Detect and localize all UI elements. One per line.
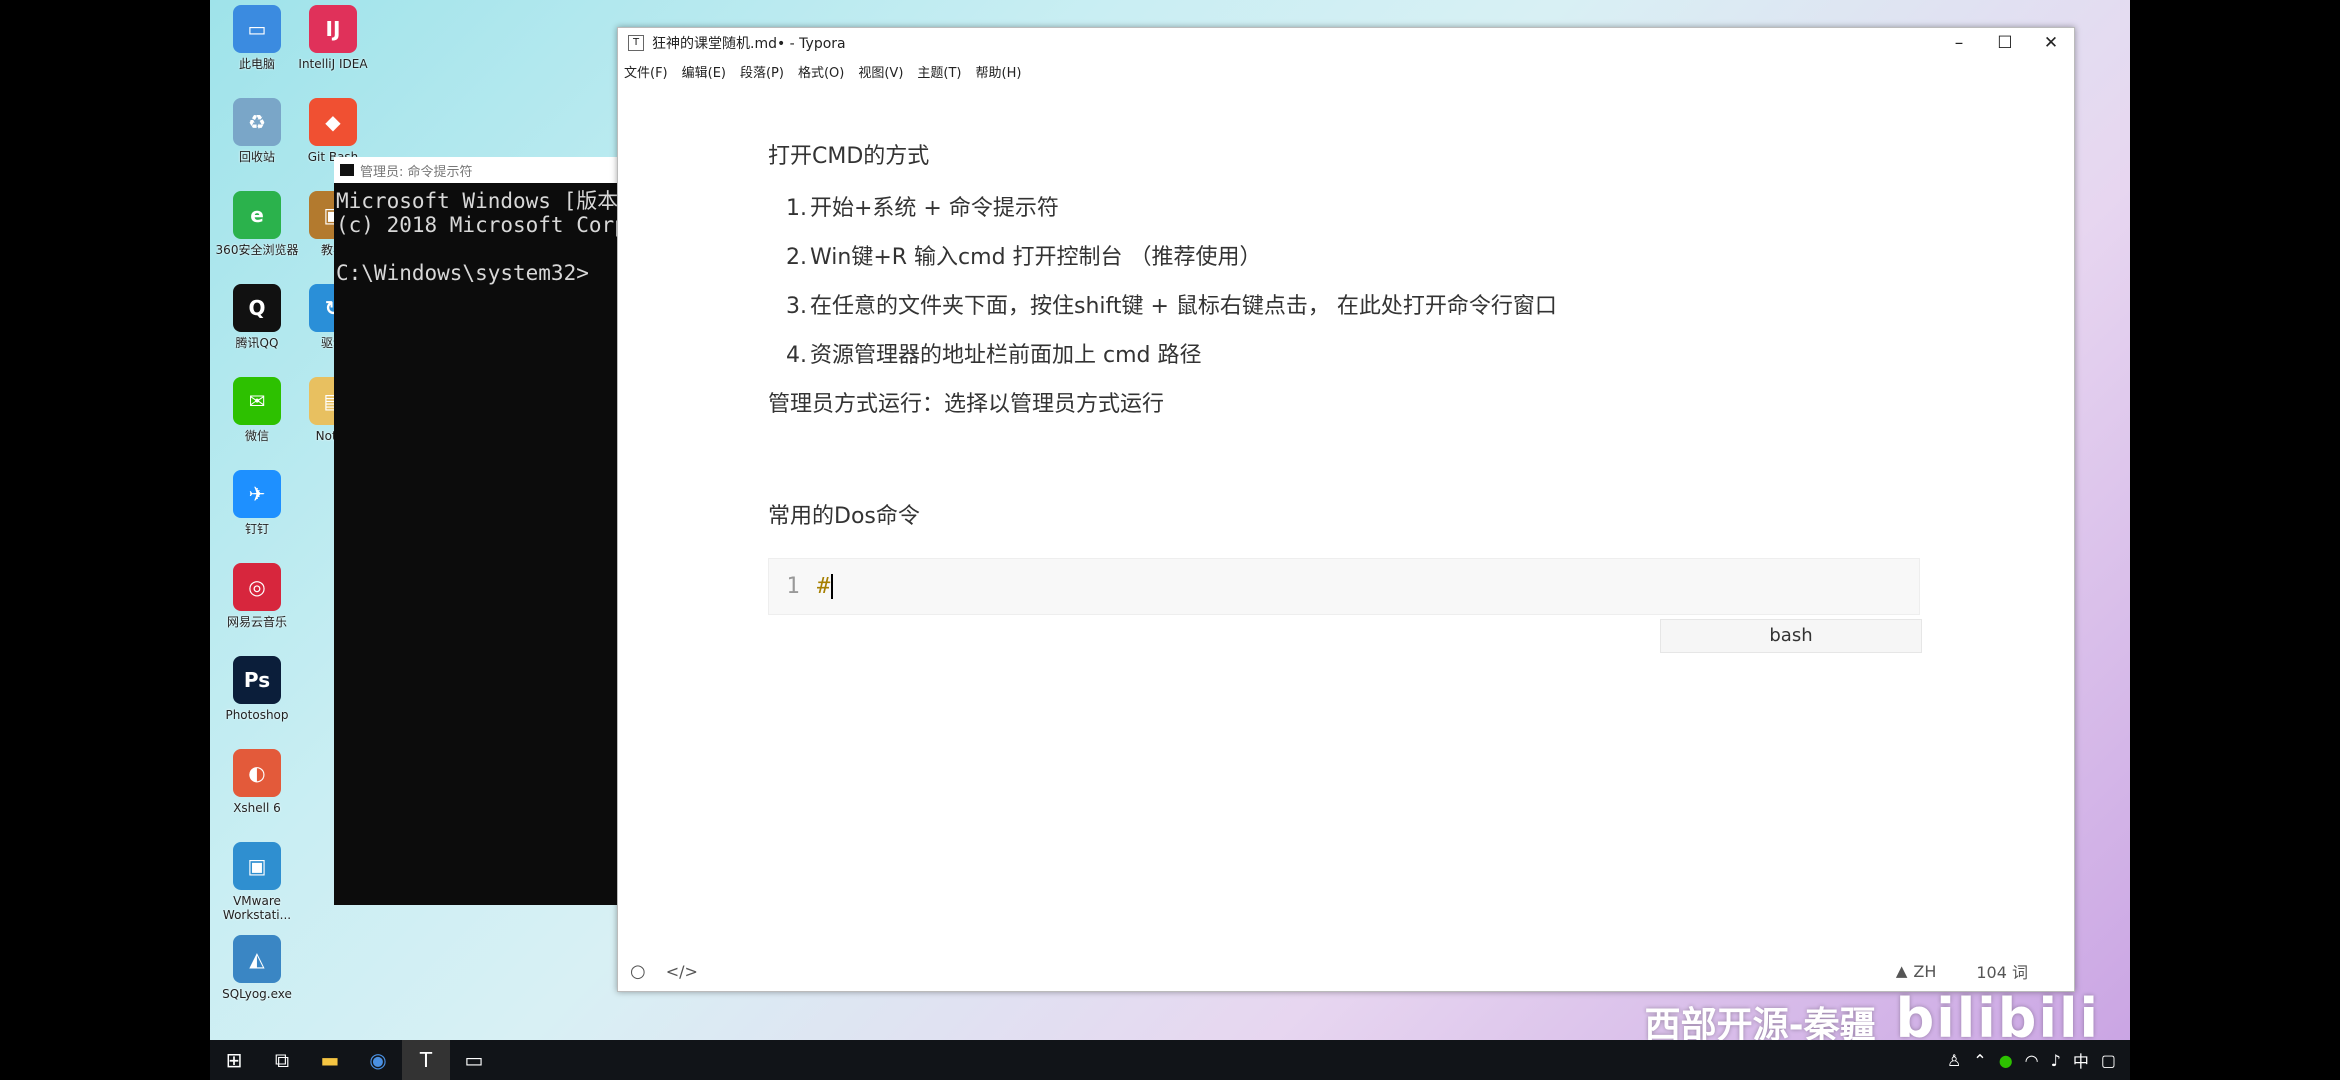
typora-titlebar[interactable]: T 狂神的课堂随机.md• - Typora – ☐ ✕ [618, 28, 2074, 58]
cmd-title: 管理员: 命令提示符 [360, 164, 473, 180]
notification-icon[interactable]: ▢ [2101, 1051, 2116, 1070]
source-code-toggle-icon[interactable]: </> [666, 962, 698, 981]
desktop-app-icon: ◆ [309, 98, 357, 146]
desktop-icon[interactable]: Ps Photoshop [212, 656, 302, 722]
tray-expand-icon[interactable]: ⌃ [1973, 1051, 1986, 1070]
warning-icon[interactable]: ▲ [1896, 962, 1908, 980]
desktop-icon[interactable]: ◐ Xshell 6 [212, 749, 302, 815]
menu-help[interactable]: 帮助(H) [976, 62, 1022, 81]
start-button[interactable]: ⊞ [210, 1040, 258, 1080]
desktop-icon[interactable]: ✈ 钉钉 [212, 470, 302, 536]
file-explorer-icon[interactable]: ▬ [306, 1040, 354, 1080]
desktop-app-icon: ✉ [233, 377, 281, 425]
desktop-icon-label: Photoshop [225, 708, 289, 722]
browser-icon[interactable]: ◉ [354, 1040, 402, 1080]
desktop-app-icon: ▭ [233, 5, 281, 53]
cmd-taskbar-icon[interactable]: ▭ [450, 1040, 498, 1080]
desktop-icon-label: 网易云音乐 [226, 615, 287, 629]
list-item: 4. 资源管理器的地址栏前面加上 cmd 路径 [786, 343, 1202, 368]
line-number: 1 [786, 574, 800, 599]
desktop-app-icon: ✈ [233, 470, 281, 518]
desktop-icon[interactable]: ◆ Git Bash [288, 98, 378, 164]
outline-toggle-icon[interactable]: ○ [630, 961, 646, 982]
menu-view[interactable]: 视图(V) [858, 62, 903, 81]
taskbar: ⊞ ⧉ ▬ ◉ T ▭ ♙ ⌃ ● ◠ ♪ 中 ▢ [210, 1040, 2130, 1080]
desktop-app-icon: e [233, 191, 281, 239]
desktop-app-icon: ♻ [233, 98, 281, 146]
status-bar: ○ </> ▲ ZH 104 词 [618, 951, 2074, 991]
input-language[interactable]: 中 [2073, 1048, 2089, 1072]
code-text[interactable]: # [817, 574, 834, 599]
desktop-icon[interactable]: ◎ 网易云音乐 [212, 563, 302, 629]
task-view-icon[interactable]: ⧉ [258, 1040, 306, 1080]
desktop-icon-label: IntelliJ IDEA [298, 57, 368, 71]
editor-content[interactable]: 打开CMD的方式 1. 开始+系统 + 命令提示符 2. Win键+R 输入cmd … [768, 138, 1928, 530]
desktop-icon-label: SQLyog.exe [222, 987, 292, 1001]
menu-file[interactable]: 文件(F) [624, 62, 668, 81]
desktop-app-icon: Ps [233, 656, 281, 704]
desktop-app-icon: IJ [309, 5, 357, 53]
menu-edit[interactable]: 编辑(E) [682, 62, 726, 81]
typora-app-icon: T [628, 35, 644, 51]
desktop-app-icon: ◐ [233, 749, 281, 797]
cmd-icon [340, 164, 354, 176]
typora-taskbar-icon[interactable]: T [402, 1040, 450, 1080]
menu-format[interactable]: 格式(O) [798, 62, 844, 81]
desktop-app-icon: ◭ [233, 935, 281, 983]
volume-icon[interactable]: ♪ [2051, 1051, 2061, 1070]
minimize-button[interactable]: – [1936, 33, 1982, 53]
heading-dos-commands: 常用的Dos命令 [768, 504, 920, 529]
people-icon[interactable]: ♙ [1947, 1051, 1961, 1070]
cmd-output[interactable]: Microsoft Windows [版本 (c) 2018 Microsoft… [334, 183, 634, 285]
menu-paragraph[interactable]: 段落(P) [740, 62, 784, 81]
desktop-icon[interactable]: ◭ SQLyog.exe [212, 935, 302, 1001]
desktop-icon[interactable]: ▣ VMware Workstati... [212, 842, 302, 922]
list-item: 3. 在任意的文件夹下面，按住shift键 + 鼠标右键点击， 在此处打开命令行窗… [786, 294, 1557, 319]
desktop-icon-label: 钉钉 [244, 522, 269, 536]
heading-open-cmd: 打开CMD的方式 [768, 144, 930, 169]
wechat-tray-icon[interactable]: ● [1999, 1051, 2013, 1070]
cmd-window[interactable]: 管理员: 命令提示符 Microsoft Windows [版本 (c) 201… [334, 157, 634, 905]
desktop-app-icon: Q [233, 284, 281, 332]
desktop-icon[interactable]: IJ IntelliJ IDEA [288, 5, 378, 71]
menu-theme[interactable]: 主题(T) [917, 62, 961, 81]
typora-title: 狂神的课堂随机.md• - Typora [652, 36, 846, 52]
desktop-icon-label: Xshell 6 [233, 801, 281, 815]
language-indicator[interactable]: ZH [1913, 962, 1936, 981]
code-block[interactable]: 1 # [768, 558, 1920, 615]
list-item: 1. 开始+系统 + 命令提示符 [786, 196, 1059, 221]
cmd-titlebar[interactable]: 管理员: 命令提示符 [334, 157, 634, 183]
desktop-app-icon: ▣ [233, 842, 281, 890]
close-button[interactable]: ✕ [2028, 33, 2074, 53]
desktop: ▭ 此电脑 IJ IntelliJ IDEA ♻ 回收站 ◆ Git Bash e 360安全浏览… [210, 0, 2130, 1080]
maximize-button[interactable]: ☐ [1982, 33, 2028, 53]
code-language-input[interactable]: bash [1660, 619, 1922, 653]
desktop-app-icon: ◎ [233, 563, 281, 611]
admin-run-text: 管理员方式运行：选择以管理员方式运行 [768, 392, 1165, 417]
system-tray: ♙ ⌃ ● ◠ ♪ 中 ▢ [1941, 1048, 2130, 1072]
list-item: 2. Win键+R 输入cmd 打开控制台 （推荐使用） [786, 245, 1262, 270]
wifi-icon[interactable]: ◠ [2025, 1051, 2039, 1070]
word-count[interactable]: 104 词 [1976, 959, 2028, 983]
desktop-icon-label: VMware Workstati... [222, 894, 292, 922]
typora-window[interactable]: T 狂神的课堂随机.md• - Typora – ☐ ✕ 文件(F) 编辑(E)… [617, 27, 2075, 992]
menubar: 文件(F) 编辑(E) 段落(P) 格式(O) 视图(V) 主题(T) 帮助(H… [618, 58, 2074, 84]
